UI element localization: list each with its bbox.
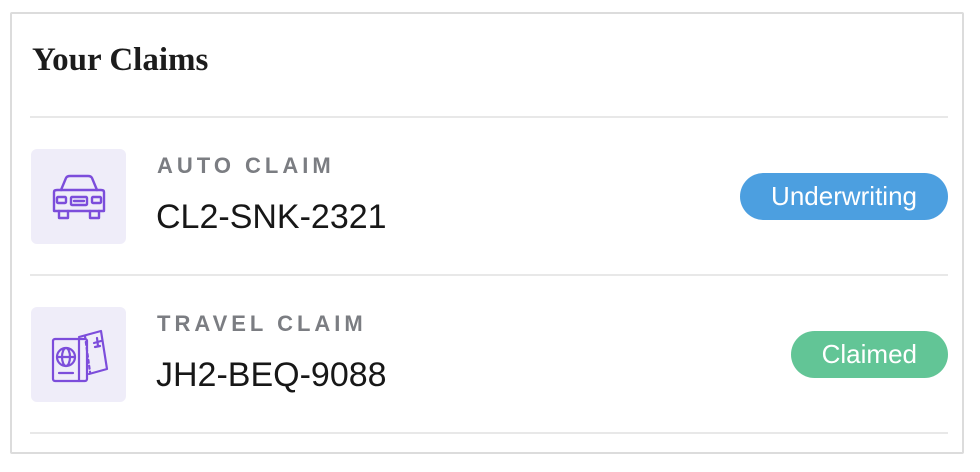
claim-id: JH2-BEQ-9088 (156, 356, 387, 394)
claim-row-travel[interactable]: TRAVEL CLAIM JH2-BEQ-9088 Claimed (30, 276, 948, 432)
car-icon (52, 174, 105, 219)
divider (30, 432, 948, 434)
claim-row-auto[interactable]: AUTO CLAIM CL2-SNK-2321 Underwriting (30, 118, 948, 274)
card-title: Your Claims (32, 42, 209, 78)
claim-id: CL2-SNK-2321 (156, 198, 387, 236)
status-badge: Underwriting (740, 173, 948, 220)
claim-icon-tile (31, 149, 126, 244)
claim-icon-tile (31, 307, 126, 402)
claim-type: AUTO CLAIM (157, 153, 335, 178)
claim-type: TRAVEL CLAIM (157, 311, 367, 336)
status-badge: Claimed (790, 331, 948, 378)
claims-card: Your Claims AUTO CLAIM CL2-SNK-2321 Unde… (10, 12, 964, 454)
passport-ticket-icon (51, 329, 108, 382)
